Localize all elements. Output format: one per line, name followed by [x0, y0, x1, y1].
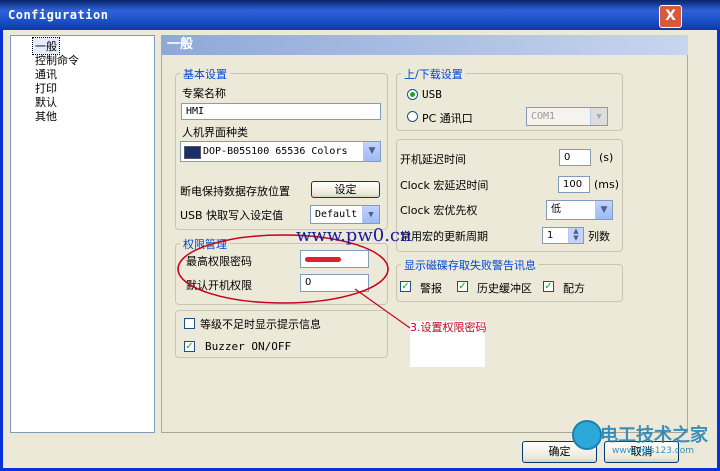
- annotation-text: 3.设置权限密码: [410, 321, 487, 334]
- callout-line: [354, 288, 411, 329]
- logo-url: www.dgjs123.com: [612, 446, 694, 456]
- watermark-text: www.pw0.cn: [296, 225, 412, 246]
- logo-text: 电工技术之家: [600, 425, 708, 446]
- site-logo-icon: [572, 420, 602, 450]
